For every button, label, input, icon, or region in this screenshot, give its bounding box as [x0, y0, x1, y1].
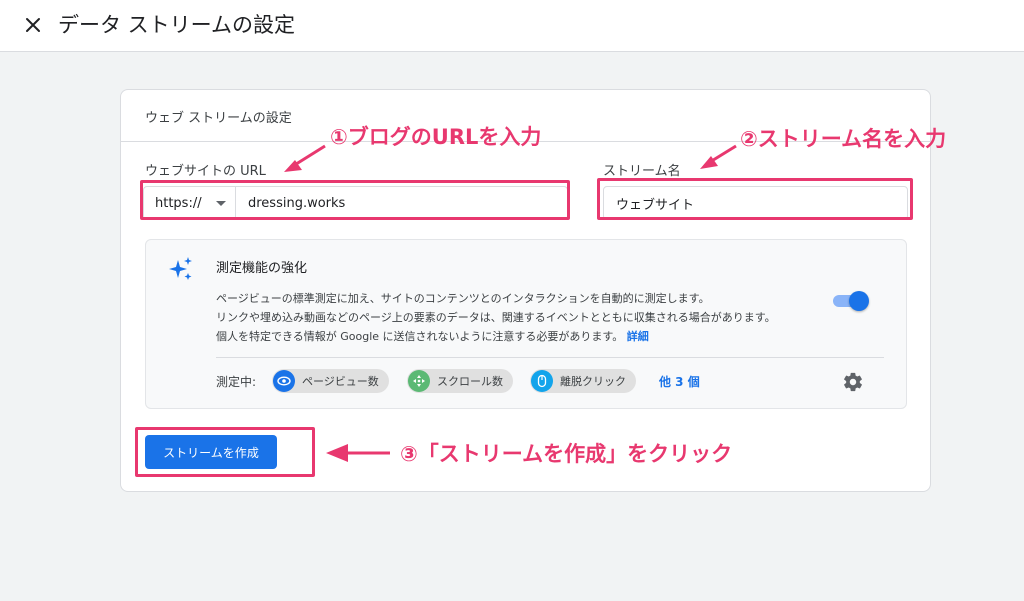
annotation-box-stream-name	[597, 178, 913, 220]
annotation-box-create	[135, 427, 315, 477]
close-button[interactable]	[20, 12, 46, 38]
close-icon	[26, 18, 40, 32]
details-link[interactable]: 詳細	[627, 330, 649, 343]
sparkle-icon	[169, 257, 192, 280]
mouse-icon	[531, 370, 553, 392]
scroll-icon	[408, 370, 430, 392]
annotation-stream-name: ②ストリーム名を入力	[740, 127, 947, 151]
chip-page-views: ページビュー数	[272, 369, 389, 393]
website-url-label: ウェブサイトの URL	[145, 164, 266, 179]
measuring-label: 測定中:	[216, 375, 257, 389]
chip-label: 離脱クリック	[560, 375, 626, 388]
stream-name-label: ストリーム名	[603, 164, 681, 179]
enhanced-measurement-toggle[interactable]	[831, 290, 869, 311]
page-title: データ ストリームの設定	[58, 13, 296, 37]
divider	[216, 357, 884, 358]
chip-scrolls: スクロール数	[407, 369, 513, 393]
chip-outbound-clicks: 離脱クリック	[530, 369, 636, 393]
chip-label: ページビュー数	[302, 375, 379, 388]
annotation-create: ③「ストリームを作成」をクリック	[400, 442, 733, 466]
top-bar: データ ストリームの設定	[0, 0, 1024, 52]
enhanced-measurement-panel: 測定機能の強化 ページビューの標準測定に加え、サイトのコンテンツとのインタラクシ…	[145, 239, 907, 409]
description-line: リンクや埋め込み動画などのページ上の要素のデータは、関連するイベントとともに収集…	[216, 311, 776, 324]
description-line: ページビューの標準測定に加え、サイトのコンテンツとのインタラクションを自動的に測…	[216, 292, 710, 305]
annotation-box-url	[140, 180, 570, 220]
chip-label: スクロール数	[437, 375, 503, 388]
toggle-knob	[849, 291, 869, 311]
enhanced-measurement-description: ページビューの標準測定に加え、サイトのコンテンツとのインタラクションを自動的に測…	[216, 289, 836, 346]
description-line: 個人を特定できる情報が Google に送信されないように注意する必要があります…	[216, 327, 836, 346]
gear-icon[interactable]	[842, 371, 864, 393]
card-title: ウェブ ストリームの設定	[145, 111, 292, 126]
eye-icon	[273, 370, 295, 392]
enhanced-measurement-title: 測定機能の強化	[216, 261, 308, 276]
annotation-url: ①ブログのURLを入力	[330, 125, 542, 149]
description-text: 個人を特定できる情報が Google に送信されないように注意する必要があります…	[216, 330, 624, 343]
more-measurements-link[interactable]: 他 3 個	[659, 373, 700, 390]
